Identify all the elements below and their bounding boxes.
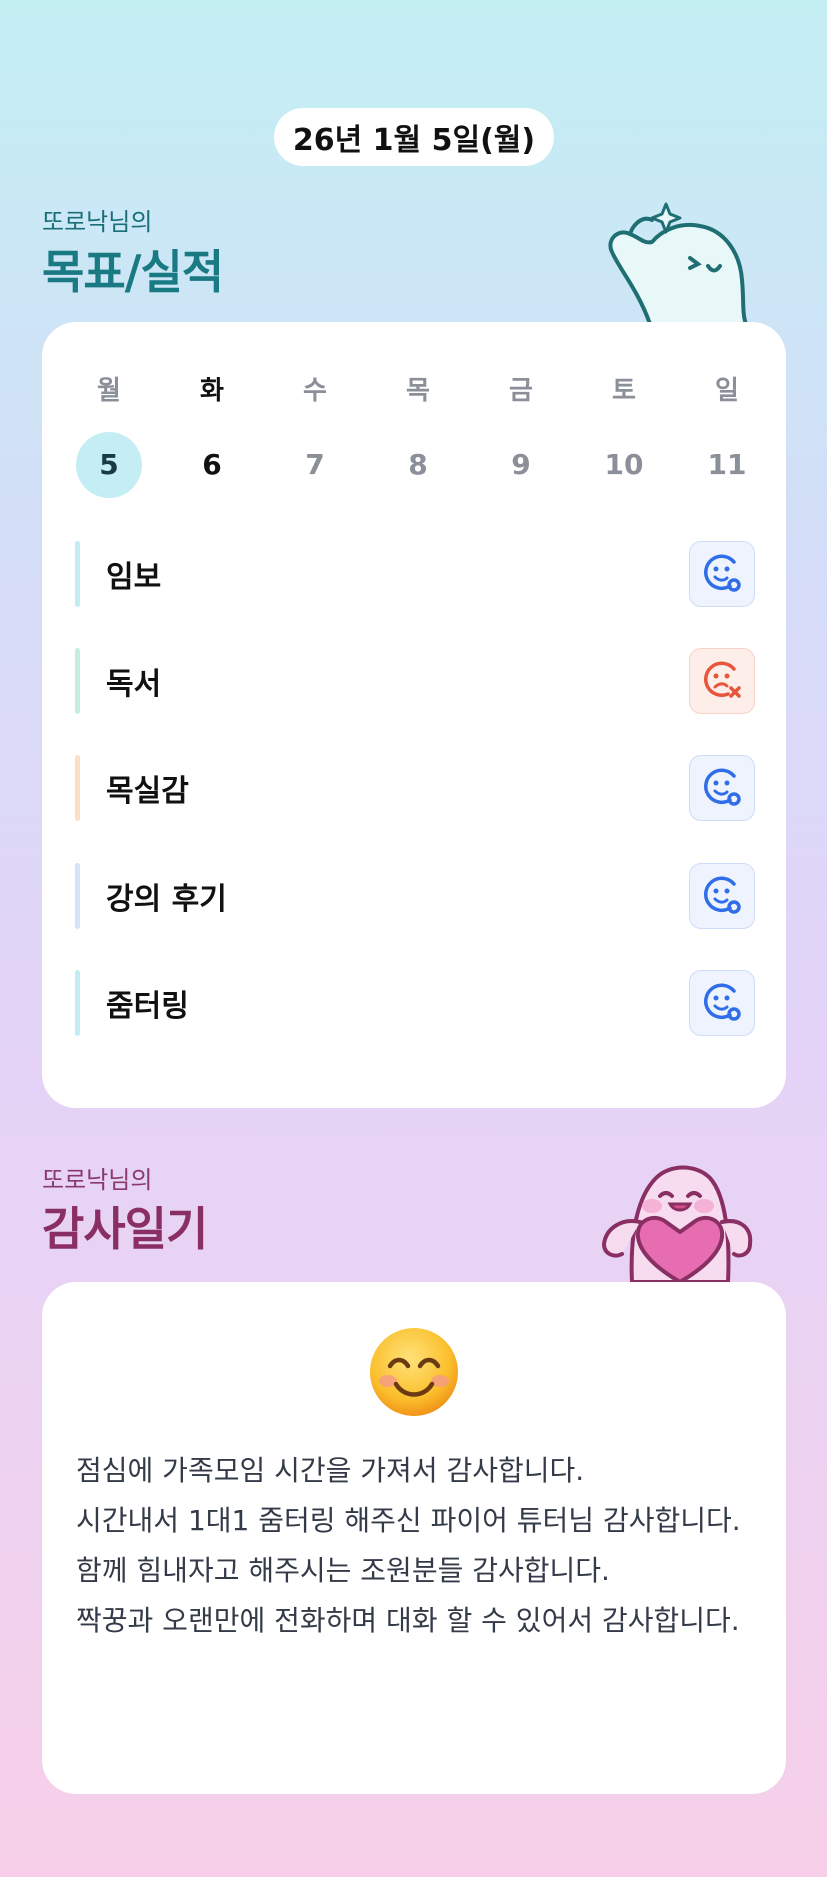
goal-label: 줌터링 [106,989,189,1024]
goal-color-bar [75,863,80,929]
date-row: 5 6 7 8 9 10 11 [76,432,760,498]
goals-title: 목표/실적 [42,245,224,299]
smile-face-icon [700,550,744,598]
smile-face-icon [700,979,744,1027]
goal-label: 독서 [106,667,162,702]
goal-row[interactable]: 줌터링 [75,970,755,1036]
goal-row[interactable]: 임보 [75,541,755,607]
pink-mascot-illustration [601,1165,753,1282]
goal-color-bar [75,755,80,821]
weekday-sat: 토 [612,376,636,406]
gratitude-text: 점심에 가족모임 시간을 가져서 감사합니다. 시간내서 1대1 줌터링 해주신… [76,1446,756,1646]
status-done-button[interactable] [689,863,755,929]
day-item[interactable]: 8 [385,432,451,498]
goal-color-bar [75,541,80,607]
goal-label: 강의 후기 [106,882,227,917]
status-done-button[interactable] [689,755,755,821]
goal-label: 임보 [106,560,162,595]
goal-info: 강의 후기 [75,863,227,929]
status-done-button[interactable] [689,970,755,1036]
date-pill[interactable]: 26년 1월 5일(월) [274,108,554,166]
gratitude-line: 함께 힘내자고 해주시는 조원분들 감사합니다. [76,1554,610,1587]
smile-face-icon [700,764,744,812]
goal-row[interactable]: 독서 [75,648,755,714]
goals-card: 월 화 수 목 금 토 일 5 6 7 8 9 10 11 임보 독서 목실감 … [42,322,786,1108]
weekday-fri: 금 [509,376,533,406]
goal-color-bar [75,970,80,1036]
status-done-button[interactable] [689,541,755,607]
day-item[interactable]: 11 [694,432,760,498]
goal-row[interactable]: 강의 후기 [75,863,755,929]
weekday-sun: 일 [715,376,739,406]
weekday-mon: 월 [97,376,121,406]
gratitude-card: 점심에 가족모임 시간을 가져서 감사합니다. 시간내서 1대1 줌터링 해주신… [42,1282,786,1794]
day-item[interactable]: 9 [488,432,554,498]
gratitude-line: 짝꿍과 오랜만에 전화하며 대화 할 수 있어서 감사합니다. [76,1604,740,1637]
smiling-face-icon [368,1326,460,1418]
goal-info: 독서 [75,648,161,714]
day-item[interactable]: 10 [591,432,657,498]
date-label: 26년 1월 5일(월) [292,123,536,158]
weekday-row: 월 화 수 목 금 토 일 [76,370,760,407]
goals-subtitle: 또로낙님의 [42,208,153,236]
goal-info: 줌터링 [75,970,189,1036]
goal-row[interactable]: 목실감 [75,755,755,821]
day-item[interactable]: 7 [282,432,348,498]
sad-face-icon [700,657,744,705]
goal-color-bar [75,648,80,714]
day-selected[interactable]: 5 [76,432,142,498]
gratitude-line: 점심에 가족모임 시간을 가져서 감사합니다. [76,1454,585,1487]
weekday-wed: 수 [303,376,327,406]
goal-info: 목실감 [75,755,189,821]
weekday-thu: 목 [406,376,430,406]
goal-info: 임보 [75,541,161,607]
gratitude-line: 시간내서 1대1 줌터링 해주신 파이어 튜터님 감사합니다. [76,1504,741,1537]
smile-face-icon [700,872,744,920]
goal-label: 목실감 [106,774,189,809]
day-item[interactable]: 6 [179,432,245,498]
status-fail-button[interactable] [689,648,755,714]
gratitude-subtitle: 또로낙님의 [42,1166,153,1194]
gratitude-title: 감사일기 [42,1202,208,1256]
teal-mascot-illustration [608,202,748,324]
weekday-tue: 화 [200,376,224,406]
